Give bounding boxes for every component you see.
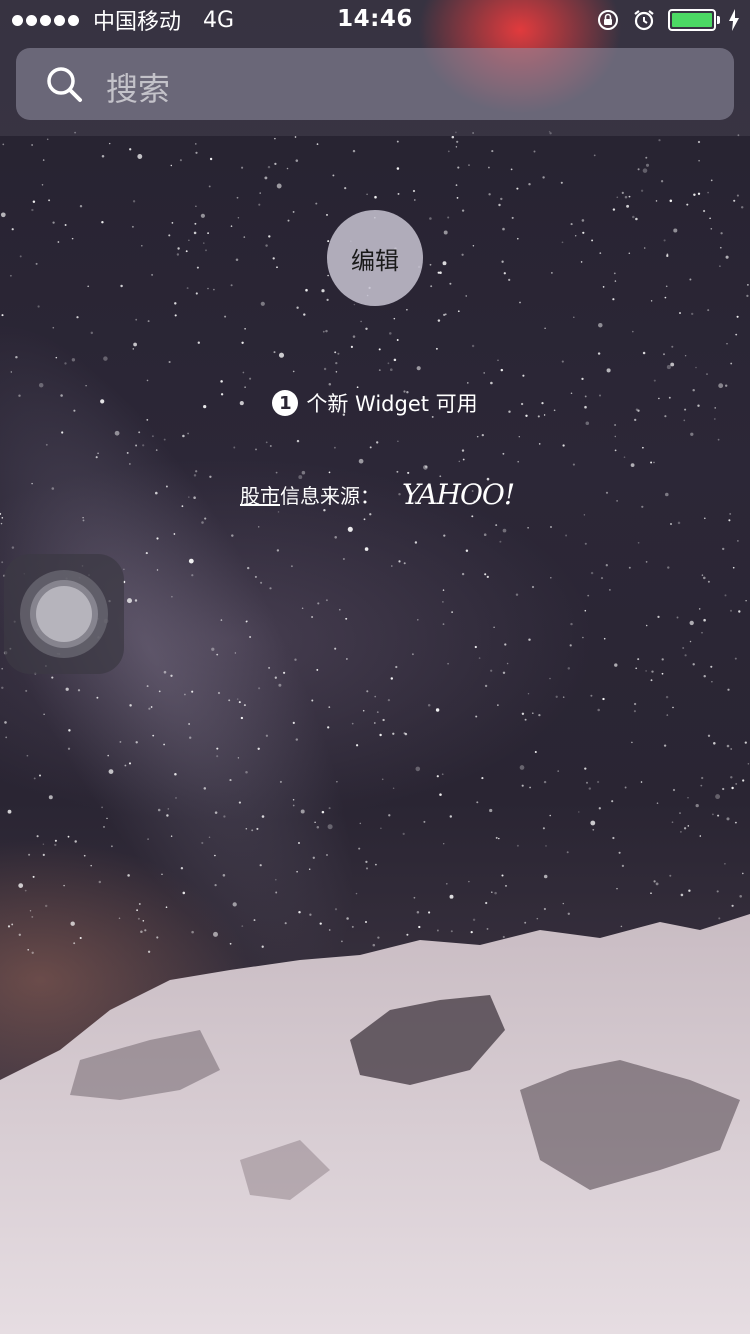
- notification-center-screen: 中国移动 4G 14:46 搜索 编辑 1 个新 Widget 可用 股市 信息…: [0, 0, 750, 1334]
- search-input[interactable]: 搜索: [16, 48, 734, 120]
- rotation-lock-icon: [598, 10, 618, 30]
- stocks-link[interactable]: 股市: [240, 480, 280, 509]
- assistive-touch-icon[interactable]: [4, 554, 124, 674]
- status-right: [596, 7, 740, 33]
- new-widget-notice[interactable]: 1 个新 Widget 可用: [0, 388, 750, 418]
- snowy-mountain-background: [0, 914, 750, 1334]
- stocks-source-label: 信息来源：: [280, 484, 380, 508]
- charging-icon: [729, 9, 739, 31]
- search-placeholder: 搜索: [106, 70, 171, 108]
- edit-button[interactable]: 编辑: [327, 210, 423, 306]
- search-icon: [47, 67, 82, 102]
- new-widget-count-badge: 1: [272, 390, 299, 416]
- alarm-icon: [634, 10, 654, 31]
- new-widget-text: 个新 Widget 可用: [306, 392, 478, 416]
- status-bar: 中国移动 4G 14:46: [0, 0, 750, 40]
- battery-icon: [668, 9, 720, 31]
- stocks-source: 股市 信息来源： YAHOO!: [240, 478, 515, 511]
- yahoo-logo[interactable]: YAHOO!: [402, 478, 515, 511]
- battery-fill: [672, 13, 712, 27]
